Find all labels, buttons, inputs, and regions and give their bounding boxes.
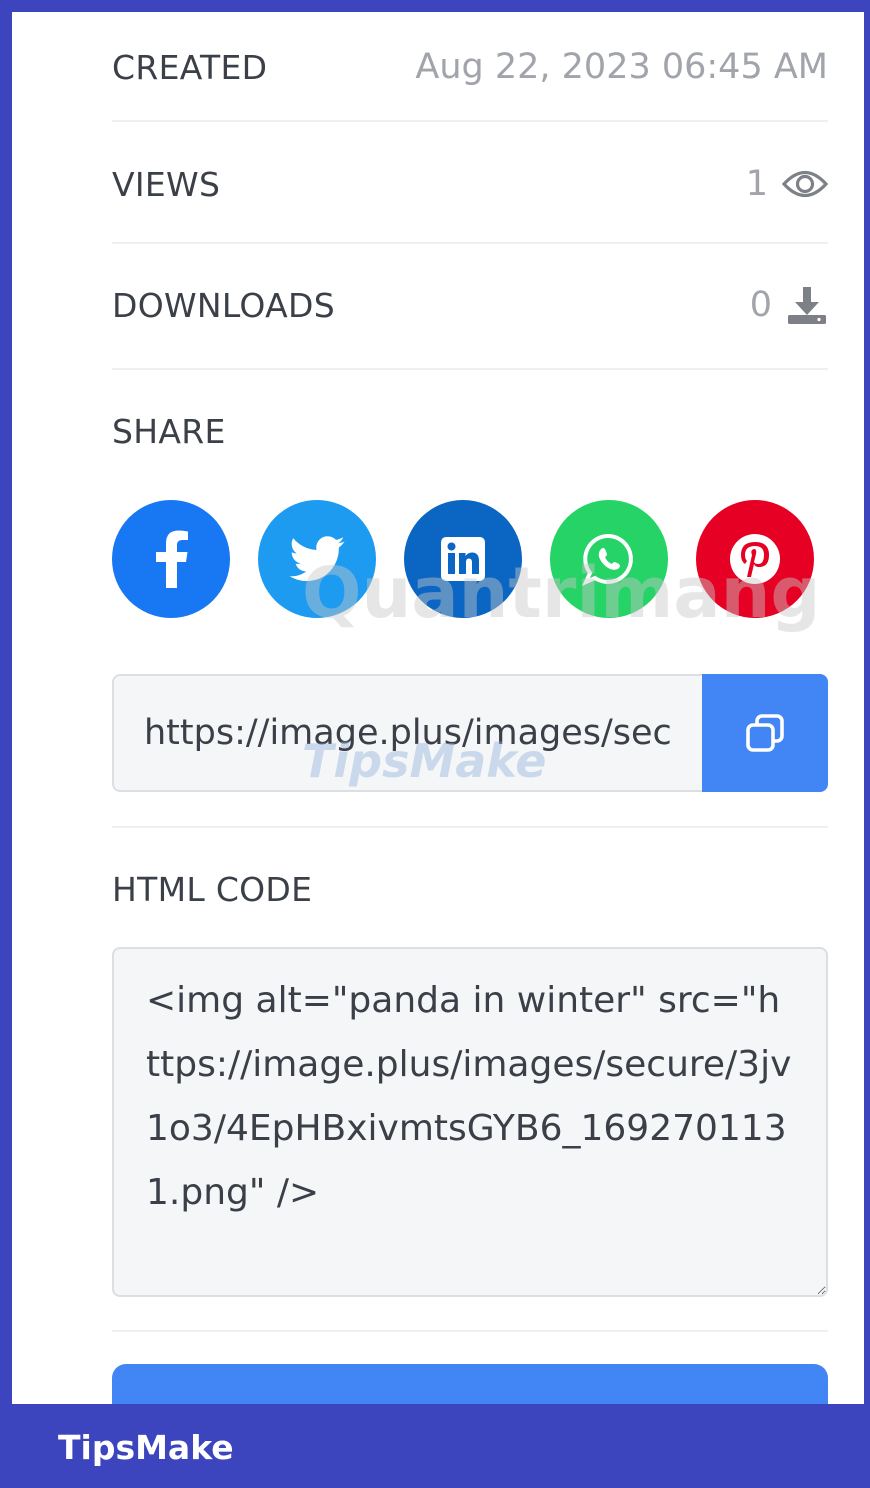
footer-bar: TipsMake [0,1404,870,1488]
download-icon [786,285,828,325]
primary-action-button[interactable] [112,1364,828,1404]
footer-brand: TipsMake [58,1428,234,1467]
views-value-group: 1 [746,164,828,204]
whatsapp-icon [582,532,636,586]
created-label: CREATED [112,47,268,87]
html-code-title: HTML CODE [112,870,313,909]
pinterest-share-button[interactable] [696,500,814,618]
divider [112,368,828,370]
facebook-share-button[interactable] [112,500,230,618]
pinterest-icon [729,533,781,585]
created-row: CREATED Aug 22, 2023 06:45 AM [112,32,828,102]
share-title: SHARE [112,412,226,451]
facebook-icon [153,530,189,588]
share-buttons [112,500,814,618]
downloads-value-group: 0 [750,285,828,325]
copy-url-button[interactable] [702,674,828,792]
share-url-input[interactable] [112,674,702,792]
divider [112,826,828,828]
divider [112,120,828,122]
downloads-count: 0 [749,285,772,325]
eye-icon [782,167,828,201]
linkedin-icon [441,537,485,581]
twitter-icon [289,536,345,582]
downloads-row: DOWNLOADS 0 [112,270,828,340]
copy-icon [746,714,784,752]
linkedin-share-button[interactable] [404,500,522,618]
views-label: VIEWS [112,164,221,204]
divider [112,242,828,244]
share-url-group [112,674,828,792]
whatsapp-share-button[interactable] [550,500,668,618]
divider [112,1330,828,1332]
views-row: VIEWS 1 [112,149,828,219]
created-value: Aug 22, 2023 06:45 AM [415,47,828,87]
image-details-card: CREATED Aug 22, 2023 06:45 AM VIEWS 1 DO… [12,12,864,1404]
downloads-label: DOWNLOADS [112,285,335,325]
html-code-textarea[interactable]: <img alt="panda in winter" src="https://… [112,947,828,1297]
twitter-share-button[interactable] [258,500,376,618]
views-count: 1 [745,164,768,204]
